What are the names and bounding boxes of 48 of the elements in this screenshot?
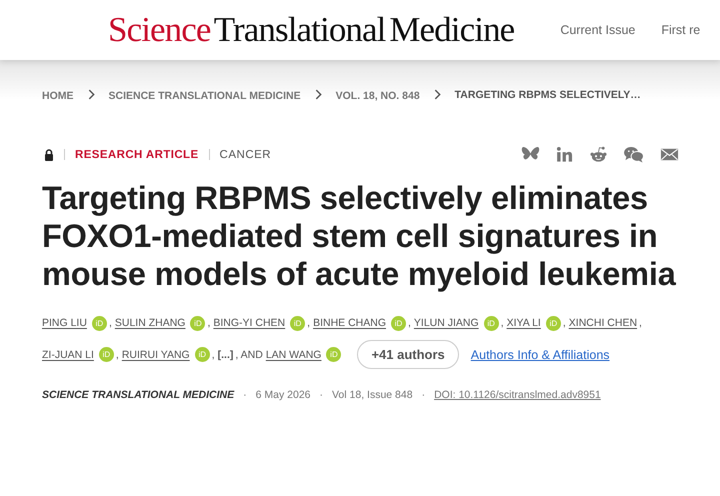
journal-name: SCIENCE TRANSLATIONAL MEDICINE [42, 389, 234, 401]
separator-text: , AND [235, 348, 263, 360]
article-title: Targeting RBPMS selectively eliminates FOXO1-mediated stem cell signatures in mouse models of acute myeloid leukemia [42, 179, 677, 293]
reddit-icon[interactable] [589, 146, 608, 163]
author-link[interactable]: RUIRUI YANG [122, 348, 190, 360]
linkedin-icon[interactable] [555, 146, 574, 163]
separator-text: , [500, 317, 504, 329]
author-link[interactable]: LAN WANG [266, 348, 322, 360]
chat-bubbles-icon[interactable] [623, 146, 645, 163]
separator-text: , [639, 317, 642, 329]
mail-icon[interactable] [660, 146, 679, 163]
chevron-icon [88, 89, 94, 100]
dot-separator: · [320, 389, 323, 401]
nav-link[interactable]: Current Issue [560, 23, 636, 37]
omitted-authors-text: [...] [218, 348, 234, 360]
publication-date: 6 May 2026 [256, 389, 310, 401]
article-type-link[interactable]: RESEARCH ARTICLE [75, 148, 199, 160]
separator-text: , [307, 317, 310, 329]
separator-text: , [408, 317, 411, 329]
issue-text: Vol 18, Issue 848 [332, 389, 413, 401]
author-link[interactable]: SULIN ZHANG [114, 317, 186, 329]
author-link[interactable]: XIYA LI [506, 317, 541, 329]
separator-text: , [562, 317, 566, 329]
chevron-icon [434, 89, 441, 100]
dot-separator: · [422, 389, 426, 401]
subject-link[interactable]: CANCER [220, 148, 272, 160]
separator-text: , [207, 317, 210, 329]
journal-logo[interactable]: ScienceTranslational Medicine [108, 10, 514, 50]
breadcrumb-link[interactable]: TARGETING RBPMS SELECTIVELY… [454, 88, 641, 100]
lock-icon [44, 148, 54, 160]
author-link[interactable]: YILUN JIANG [414, 317, 479, 329]
author-link[interactable]: XINCHI CHEN [568, 317, 638, 329]
author-link[interactable]: BING-YI CHEN [213, 317, 286, 329]
separator-text: , [108, 317, 112, 329]
separator-text: , [212, 348, 215, 360]
doi-link[interactable]: DOI: 10.1126/scitranslmed.adv8951 [434, 389, 601, 401]
breadcrumb-link[interactable]: VOL. 18, NO. 848 [336, 90, 420, 102]
separator-text: , [116, 348, 119, 360]
dot-separator: · [243, 389, 247, 401]
chevron-icon [314, 89, 322, 100]
breadcrumb-link[interactable]: SCIENCE TRANSLATIONAL MEDICINE [108, 90, 301, 102]
breadcrumb-link[interactable]: HOME [42, 90, 74, 102]
author-link[interactable]: BINHE CHANG [313, 317, 386, 329]
affiliations-link[interactable]: Authors Info & Affiliations [470, 348, 610, 362]
author-link[interactable]: ZI-JUAN LI [42, 348, 94, 360]
more-authors-button[interactable]: +41 authors [357, 340, 459, 369]
nav-link[interactable]: First re [661, 23, 700, 37]
author-link[interactable]: PING LIU [42, 317, 87, 329]
